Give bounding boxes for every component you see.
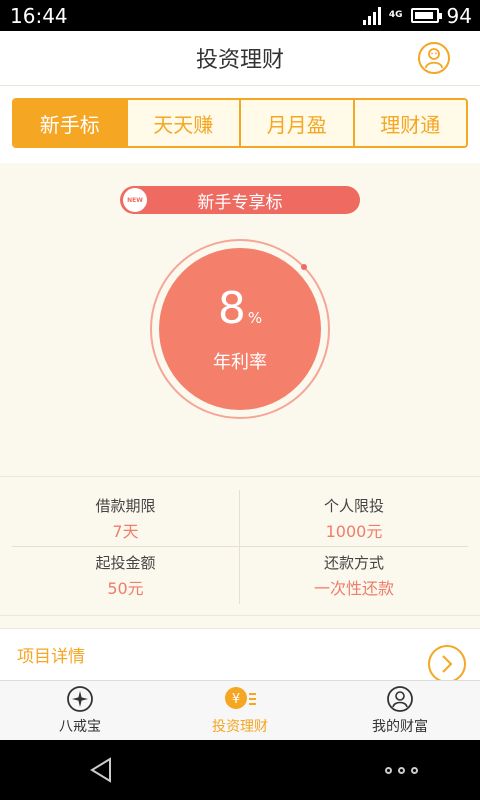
badge-label: 新手专享标 bbox=[197, 192, 283, 213]
tab-newbie[interactable]: 新手标 bbox=[14, 100, 128, 146]
info-term: 借款期限 7天 bbox=[12, 490, 240, 547]
info-min-amount: 起投金额 50元 bbox=[12, 547, 240, 604]
nav-item-invest[interactable]: ¥ 投资理财 bbox=[160, 681, 320, 740]
battery-level: 94 bbox=[446, 3, 472, 28]
product-tabs: 新手标 天天赚 月月盈 理财通 bbox=[12, 98, 468, 148]
chevron-right-icon bbox=[442, 654, 453, 673]
system-nav-bar bbox=[0, 740, 480, 800]
info-repayment: 还款方式 一次性还款 bbox=[240, 547, 468, 604]
nav-label: 我的财富 bbox=[372, 719, 428, 735]
info-label: 个人限投 bbox=[323, 496, 384, 515]
network-type: 4G bbox=[388, 10, 403, 20]
tab-monthly[interactable]: 月月盈 bbox=[241, 100, 355, 146]
info-limit: 个人限投 1000元 bbox=[240, 490, 468, 547]
product-tabs-section: 新手标 天天赚 月月盈 理财通 bbox=[0, 86, 480, 163]
nav-item-bajiebao[interactable]: 八戒宝 bbox=[0, 681, 160, 740]
status-time: 16:44 bbox=[10, 3, 68, 28]
user-icon bbox=[425, 48, 443, 69]
product-info: 借款期限 7天 个人限投 1000元 起投金额 50元 还款方式 一次性还款 bbox=[0, 476, 480, 616]
detail-arrow-button[interactable] bbox=[428, 644, 466, 683]
page-title: 投资理财 bbox=[195, 48, 284, 73]
status-bar: 16:44 4G 94 bbox=[0, 0, 480, 31]
rate-value: 8 bbox=[217, 282, 246, 334]
new-icon: NEW bbox=[123, 188, 147, 212]
info-label: 起投金额 bbox=[95, 554, 156, 572]
info-label: 借款期限 bbox=[95, 496, 156, 515]
info-value: 7天 bbox=[112, 521, 139, 541]
yen-coin-icon: ¥ bbox=[225, 687, 256, 709]
nav-label: 投资理财 bbox=[212, 719, 268, 735]
battery-icon bbox=[410, 8, 442, 23]
user-circle-icon bbox=[387, 686, 413, 712]
rate-circle[interactable]: 8 % 年利率 bbox=[159, 248, 321, 410]
nav-item-my-wealth[interactable]: 我的财富 bbox=[320, 681, 480, 740]
product-hero: NEW 新手专享标 8 % 年利率 bbox=[0, 163, 480, 476]
nav-label: 八戒宝 bbox=[59, 719, 101, 735]
info-value: 一次性还款 bbox=[313, 579, 394, 598]
back-icon[interactable] bbox=[88, 756, 114, 784]
project-detail-row[interactable]: 项目详情 bbox=[0, 628, 480, 683]
svg-text:¥: ¥ bbox=[232, 692, 240, 707]
app-header: 投资理财 bbox=[0, 31, 480, 86]
info-label: 还款方式 bbox=[323, 554, 384, 572]
info-value: 1000元 bbox=[325, 521, 383, 541]
tab-wealth[interactable]: 理财通 bbox=[354, 100, 466, 146]
rate-unit: % bbox=[247, 308, 263, 327]
user-button[interactable] bbox=[418, 42, 450, 74]
signal-icon bbox=[362, 6, 381, 25]
product-badge: NEW 新手专享标 bbox=[120, 186, 360, 214]
compass-icon bbox=[67, 686, 93, 712]
bottom-nav: 八戒宝 ¥ 投资理财 我的财富 bbox=[0, 680, 480, 740]
tab-daily[interactable]: 天天赚 bbox=[127, 100, 241, 146]
rate-label: 年利率 bbox=[213, 351, 267, 373]
info-value: 50元 bbox=[107, 579, 144, 598]
more-icon[interactable] bbox=[385, 766, 418, 774]
project-detail-label: 项目详情 bbox=[17, 647, 85, 667]
